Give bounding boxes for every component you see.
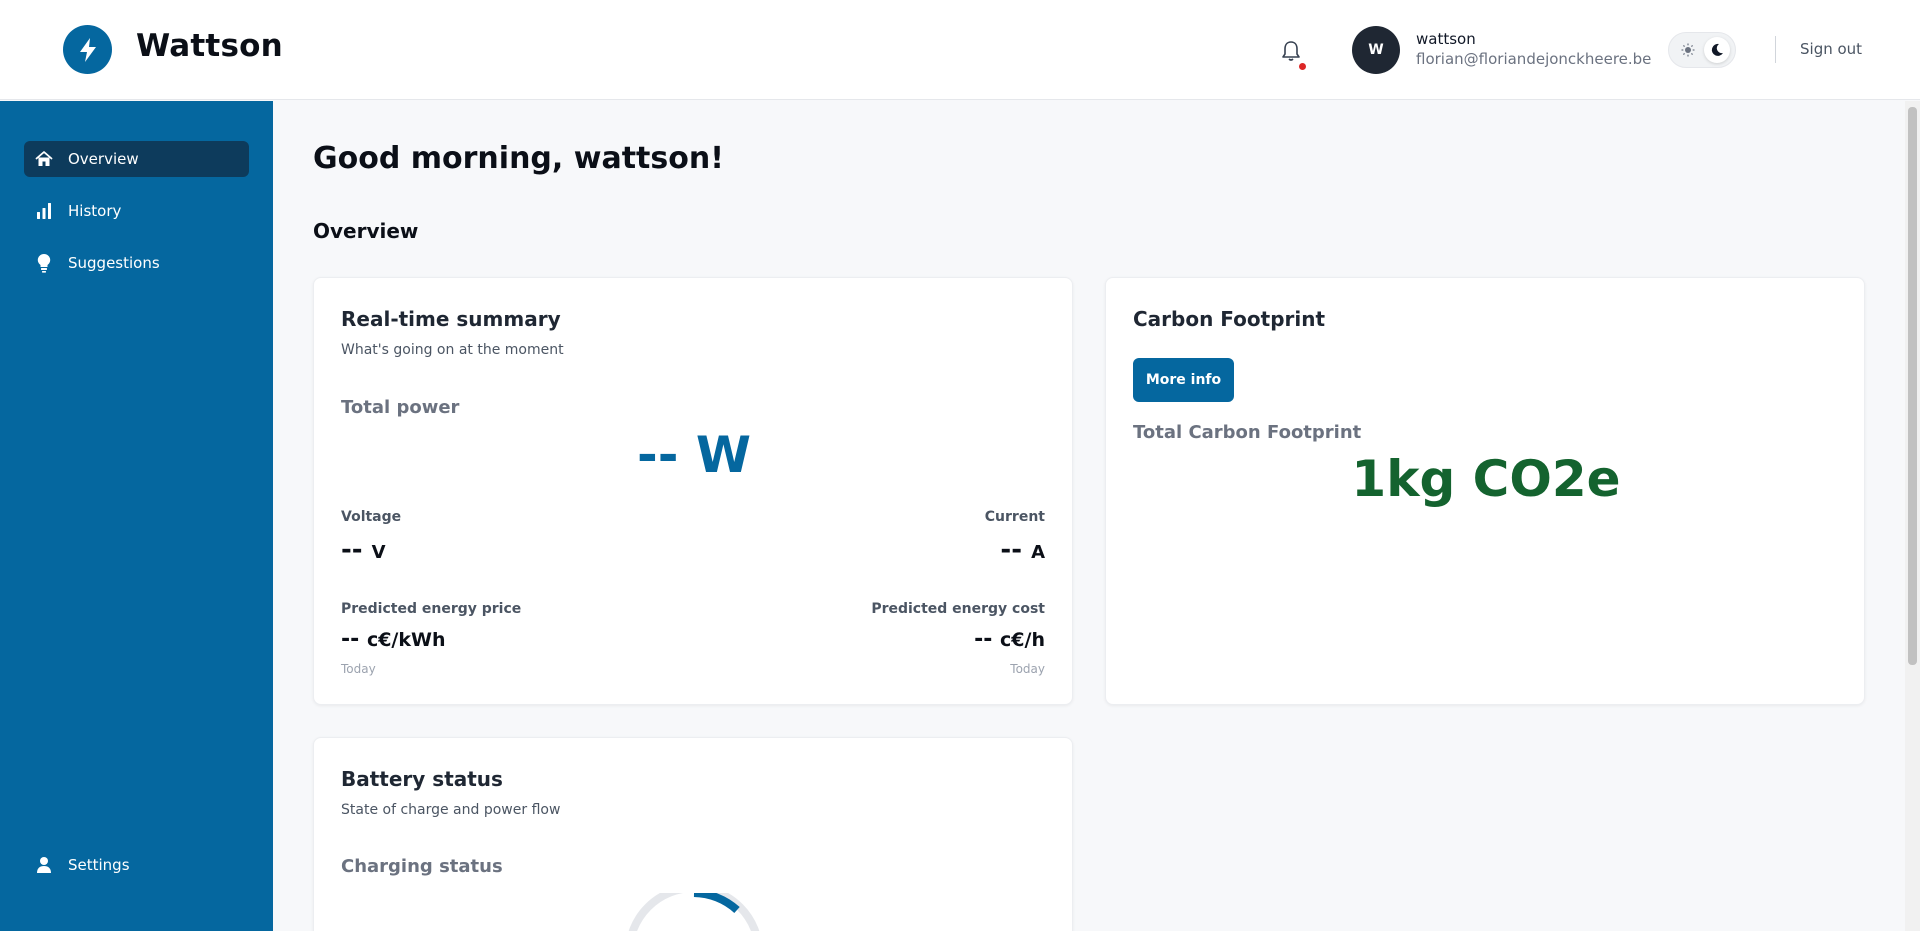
sun-icon[interactable] [1676,38,1700,62]
page-greeting: Good morning, wattson! [313,141,724,176]
energy-cost-period: Today [1010,662,1045,676]
section-title: Overview [313,219,419,243]
avatar[interactable]: W [1352,26,1400,74]
current-number: -- [1000,535,1022,565]
sidebar: Overview History Suggestions Settings [0,101,273,931]
sidebar-item-label: History [68,202,122,220]
charging-status-label: Charging status [341,856,503,877]
cost-unit: c€/h [1000,629,1045,651]
card-subtitle: What's going on at the moment [341,342,564,358]
sidebar-item-history[interactable]: History [24,193,249,229]
voltage-label: Voltage [341,509,402,525]
voltage-number: -- [341,535,363,565]
total-carbon-value: 1kg CO2e [1351,450,1621,508]
sidebar-item-overview[interactable]: Overview [24,141,249,177]
home-icon [34,149,54,169]
voltage-value: -- V [341,535,386,565]
user-icon [34,855,54,875]
energy-cost-value: -- c€/h [974,627,1045,652]
current-label: Current [984,509,1045,525]
notification-dot [1299,63,1306,70]
energy-cost-label: Predicted energy cost [871,601,1045,617]
page-scrollbar[interactable] [1905,101,1920,931]
card-subtitle: State of charge and power flow [341,802,561,818]
top-header: Wattson W wattson florian@floriandejonck… [0,0,1920,100]
carbon-footprint-card: Carbon Footprint Total Carbon Footprint … [1105,277,1865,705]
cost-number: -- [974,627,993,652]
battery-gauge [628,893,760,931]
app-brand[interactable]: Wattson [136,28,283,64]
theme-toggle[interactable] [1668,32,1736,68]
sidebar-item-settings[interactable]: Settings [24,847,249,883]
card-title: Battery status [341,767,503,791]
total-power-value: -- W [636,426,752,484]
realtime-summary-card: Real-time summary What's going on at the… [313,277,1073,705]
price-number: -- [341,627,360,652]
energy-price-label: Predicted energy price [341,601,522,617]
user-name: wattson [1416,30,1476,48]
sidebar-item-suggestions[interactable]: Suggestions [24,245,249,281]
sidebar-item-label: Suggestions [68,254,160,272]
total-power-label: Total power [341,397,460,418]
current-value: -- A [1000,535,1045,565]
moon-icon[interactable] [1704,37,1730,63]
current-unit: A [1031,542,1045,563]
sidebar-item-label: Settings [68,856,130,874]
sidebar-item-label: Overview [68,150,139,168]
lightbulb-icon [34,253,54,273]
voltage-unit: V [371,542,386,563]
header-divider [1775,36,1776,63]
card-title: Real-time summary [341,307,561,331]
sign-out-link[interactable]: Sign out [1800,40,1862,58]
more-info-button[interactable]: More info [1133,358,1234,402]
total-carbon-label: Total Carbon Footprint [1133,422,1362,443]
bar-chart-icon [34,201,54,221]
energy-price-period: Today [341,662,376,676]
price-unit: c€/kWh [366,629,446,651]
energy-price-value: -- c€/kWh [341,627,445,652]
lightning-bolt-icon[interactable] [63,25,112,74]
scrollbar-thumb[interactable] [1908,107,1917,665]
bell-icon[interactable] [1281,39,1301,63]
user-email: florian@floriandejonckheere.be [1416,50,1652,68]
battery-status-card: Battery status State of charge and power… [313,737,1073,931]
card-title: Carbon Footprint [1133,307,1326,331]
